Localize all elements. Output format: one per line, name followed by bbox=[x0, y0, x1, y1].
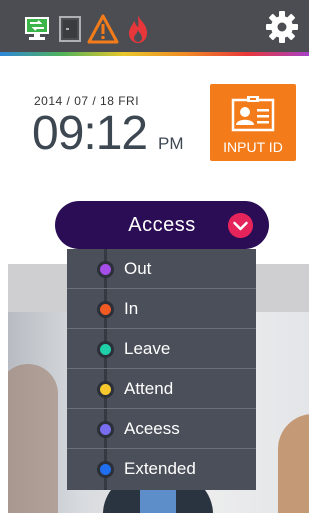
input-id-button[interactable]: INPUT ID bbox=[210, 84, 296, 161]
chevron-down-icon[interactable] bbox=[228, 213, 253, 238]
mode-option-label: Attend bbox=[124, 379, 174, 398]
mode-option-label: Leave bbox=[124, 339, 171, 358]
status-divider bbox=[0, 52, 309, 56]
ampm-label: PM bbox=[158, 134, 184, 153]
mode-option-aceess[interactable]: Aceess bbox=[67, 409, 256, 449]
mode-dot bbox=[97, 461, 114, 478]
mode-option-in[interactable]: In bbox=[67, 289, 256, 329]
mode-dot bbox=[97, 421, 114, 438]
access-mode-selector[interactable]: Access bbox=[55, 201, 269, 249]
mode-option-label: In bbox=[124, 299, 139, 318]
door-icon bbox=[59, 16, 81, 42]
access-mode-dropdown: Out In Leave Attend Aceess Extended bbox=[67, 249, 256, 490]
mode-option-extended[interactable]: Extended bbox=[67, 449, 256, 489]
status-bar bbox=[0, 0, 309, 56]
warning-icon bbox=[87, 14, 119, 44]
id-card-icon bbox=[231, 96, 275, 132]
mode-option-leave[interactable]: Leave bbox=[67, 329, 256, 369]
mode-option-attend[interactable]: Attend bbox=[67, 369, 256, 409]
gear-icon[interactable] bbox=[265, 10, 299, 44]
mode-dot bbox=[97, 301, 114, 318]
mode-option-out[interactable]: Out bbox=[67, 249, 256, 289]
photo-margin bbox=[0, 264, 8, 513]
input-id-label: INPUT ID bbox=[223, 139, 283, 155]
mode-option-label: Out bbox=[124, 259, 152, 278]
network-connected-icon bbox=[25, 17, 49, 40]
time-label: 09:12 bbox=[32, 107, 148, 160]
mode-option-label: Aceess bbox=[124, 419, 180, 438]
fire-icon bbox=[129, 15, 147, 43]
mode-dot bbox=[97, 341, 114, 358]
mode-dot bbox=[97, 381, 114, 398]
mode-dot bbox=[97, 261, 114, 278]
mode-option-label: Extended bbox=[124, 459, 196, 478]
